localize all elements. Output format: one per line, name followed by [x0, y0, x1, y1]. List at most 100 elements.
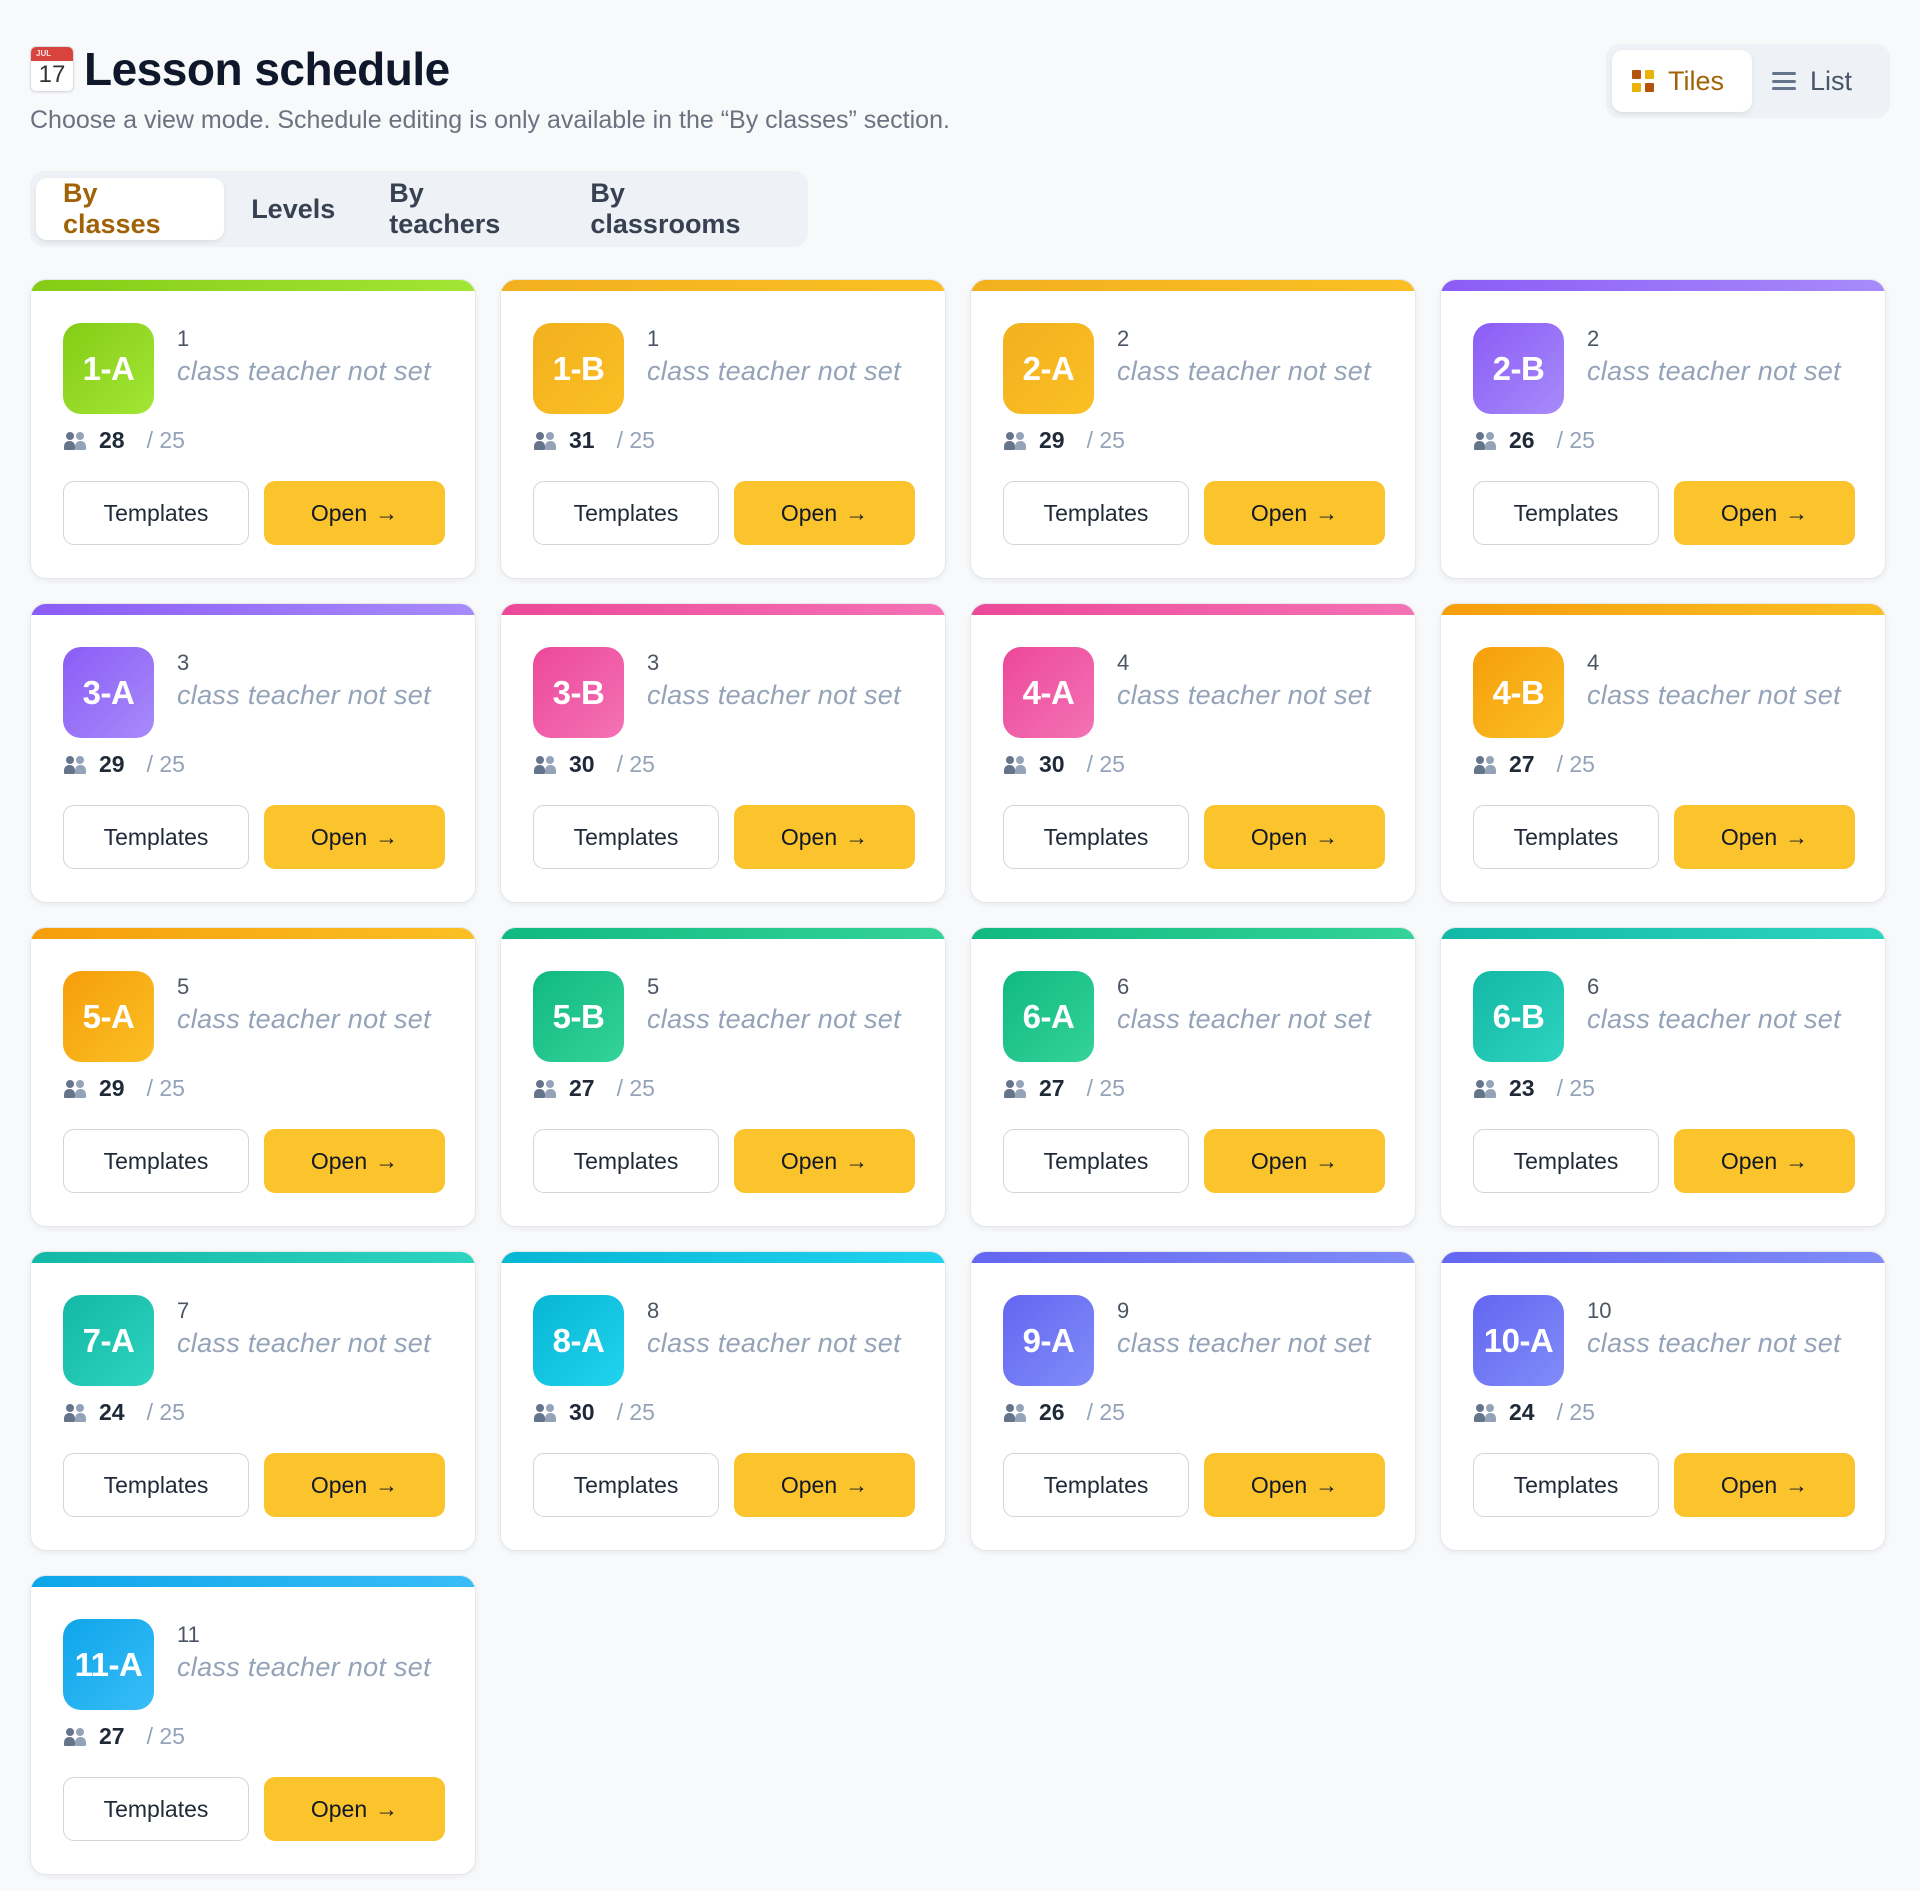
students-icon [63, 1727, 87, 1746]
arrow-right-icon: → [1785, 823, 1809, 850]
student-capacity: / 25 [146, 751, 185, 777]
student-capacity: / 25 [616, 751, 655, 777]
open-button[interactable]: Open → [1674, 1453, 1855, 1517]
tiles-view-button[interactable]: Tiles [1612, 50, 1752, 112]
open-button[interactable]: Open → [264, 1129, 445, 1193]
student-count: 29 [99, 751, 125, 777]
templates-button-label: Templates [573, 1471, 679, 1498]
class-teacher: class teacher not set [177, 680, 431, 710]
templates-button[interactable]: Templates [1473, 481, 1659, 545]
class-card-10-a: 10-A 10 class teacher not set 24 / 25 Te… [1440, 1251, 1886, 1551]
templates-button-label: Templates [1043, 1471, 1149, 1498]
student-capacity: / 25 [146, 1399, 185, 1425]
open-button[interactable]: Open → [1674, 1129, 1855, 1193]
open-button[interactable]: Open → [1674, 481, 1855, 545]
templates-button[interactable]: Templates [1003, 805, 1189, 869]
templates-button[interactable]: Templates [63, 1453, 249, 1517]
class-teacher: class teacher not set [177, 356, 431, 386]
student-stats: 28 / 25 [63, 427, 185, 454]
templates-button[interactable]: Templates [533, 1129, 719, 1193]
templates-button[interactable]: Templates [1003, 1129, 1189, 1193]
templates-button-label: Templates [1043, 823, 1149, 850]
student-capacity: / 25 [1556, 1399, 1595, 1425]
student-count: 24 [99, 1399, 125, 1425]
templates-button[interactable]: Templates [1473, 1129, 1659, 1193]
card-color-bar [501, 1252, 945, 1263]
students-icon [533, 431, 557, 450]
student-stats: 24 / 25 [1473, 1399, 1595, 1426]
templates-button-label: Templates [1513, 823, 1619, 850]
student-capacity: / 25 [146, 1723, 185, 1749]
tab-by-teachers[interactable]: By teachers [362, 178, 563, 240]
templates-button[interactable]: Templates [1003, 1453, 1189, 1517]
open-button-label: Open [310, 1147, 368, 1174]
class-badge: 8-A [533, 1295, 624, 1386]
class-card-3-a: 3-A 3 class teacher not set 29 / 25 Temp… [30, 603, 476, 903]
tab-by-classes[interactable]: By classes [36, 178, 225, 240]
open-button[interactable]: Open → [264, 1453, 445, 1517]
students-icon [1003, 1403, 1027, 1422]
templates-button[interactable]: Templates [533, 805, 719, 869]
student-stats: 27 / 25 [63, 1723, 185, 1750]
open-button[interactable]: Open → [734, 481, 915, 545]
templates-button[interactable]: Templates [63, 481, 249, 545]
list-view-button[interactable]: List [1752, 50, 1872, 112]
open-button[interactable]: Open → [1204, 1453, 1385, 1517]
templates-button-label: Templates [1513, 1471, 1619, 1498]
templates-button[interactable]: Templates [63, 1777, 249, 1841]
student-count: 30 [569, 751, 595, 777]
view-mode-toggle: Tiles List [1606, 44, 1890, 118]
open-button-label: Open [1250, 499, 1308, 526]
class-teacher: class teacher not set [1117, 680, 1371, 710]
card-color-bar [1441, 1252, 1885, 1263]
class-teacher: class teacher not set [1587, 1328, 1841, 1358]
templates-button[interactable]: Templates [63, 1129, 249, 1193]
student-capacity: / 25 [1556, 427, 1595, 453]
open-button[interactable]: Open → [264, 481, 445, 545]
calendar-icon: JUL 17 [30, 46, 74, 92]
templates-button[interactable]: Templates [1003, 481, 1189, 545]
templates-button[interactable]: Templates [63, 805, 249, 869]
templates-button[interactable]: Templates [1473, 805, 1659, 869]
open-button[interactable]: Open → [264, 1777, 445, 1841]
open-button[interactable]: Open → [1204, 481, 1385, 545]
card-color-bar [1441, 604, 1885, 615]
templates-button-label: Templates [103, 823, 209, 850]
open-button[interactable]: Open → [734, 1453, 915, 1517]
card-color-bar [501, 280, 945, 291]
class-card-1-a: 1-A 1 class teacher not set 28 / 25 Temp… [30, 279, 476, 579]
templates-button[interactable]: Templates [533, 481, 719, 545]
templates-button-label: Templates [1513, 499, 1619, 526]
class-badge: 2-A [1003, 323, 1094, 414]
templates-button[interactable]: Templates [533, 1453, 719, 1517]
open-button[interactable]: Open → [264, 805, 445, 869]
open-button[interactable]: Open → [1674, 805, 1855, 869]
students-icon [63, 1403, 87, 1422]
tab-levels[interactable]: Levels [224, 178, 362, 240]
card-color-bar [1441, 928, 1885, 939]
class-badge: 3-B [533, 647, 624, 738]
tab-by-classrooms[interactable]: By classrooms [563, 178, 802, 240]
class-badge: 9-A [1003, 1295, 1094, 1386]
open-button[interactable]: Open → [1204, 1129, 1385, 1193]
student-stats: 30 / 25 [1003, 751, 1125, 778]
tiles-icon [1632, 70, 1654, 92]
open-button[interactable]: Open → [734, 1129, 915, 1193]
student-capacity: / 25 [1086, 1399, 1125, 1425]
student-stats: 29 / 25 [63, 751, 185, 778]
open-button[interactable]: Open → [1204, 805, 1385, 869]
class-teacher: class teacher not set [177, 1328, 431, 1358]
templates-button-label: Templates [103, 1795, 209, 1822]
class-grade: 3 [177, 650, 190, 675]
open-button-label: Open [780, 1147, 838, 1174]
card-color-bar [31, 1252, 475, 1263]
open-button-label: Open [1720, 823, 1778, 850]
class-badge: 10-A [1473, 1295, 1564, 1386]
class-card-11-a: 11-A 11 class teacher not set 27 / 25 Te… [30, 1575, 476, 1875]
students-icon [1473, 1403, 1497, 1422]
class-grade: 5 [647, 974, 660, 999]
open-button[interactable]: Open → [734, 805, 915, 869]
templates-button[interactable]: Templates [1473, 1453, 1659, 1517]
class-teacher: class teacher not set [1587, 680, 1841, 710]
card-color-bar [31, 604, 475, 615]
